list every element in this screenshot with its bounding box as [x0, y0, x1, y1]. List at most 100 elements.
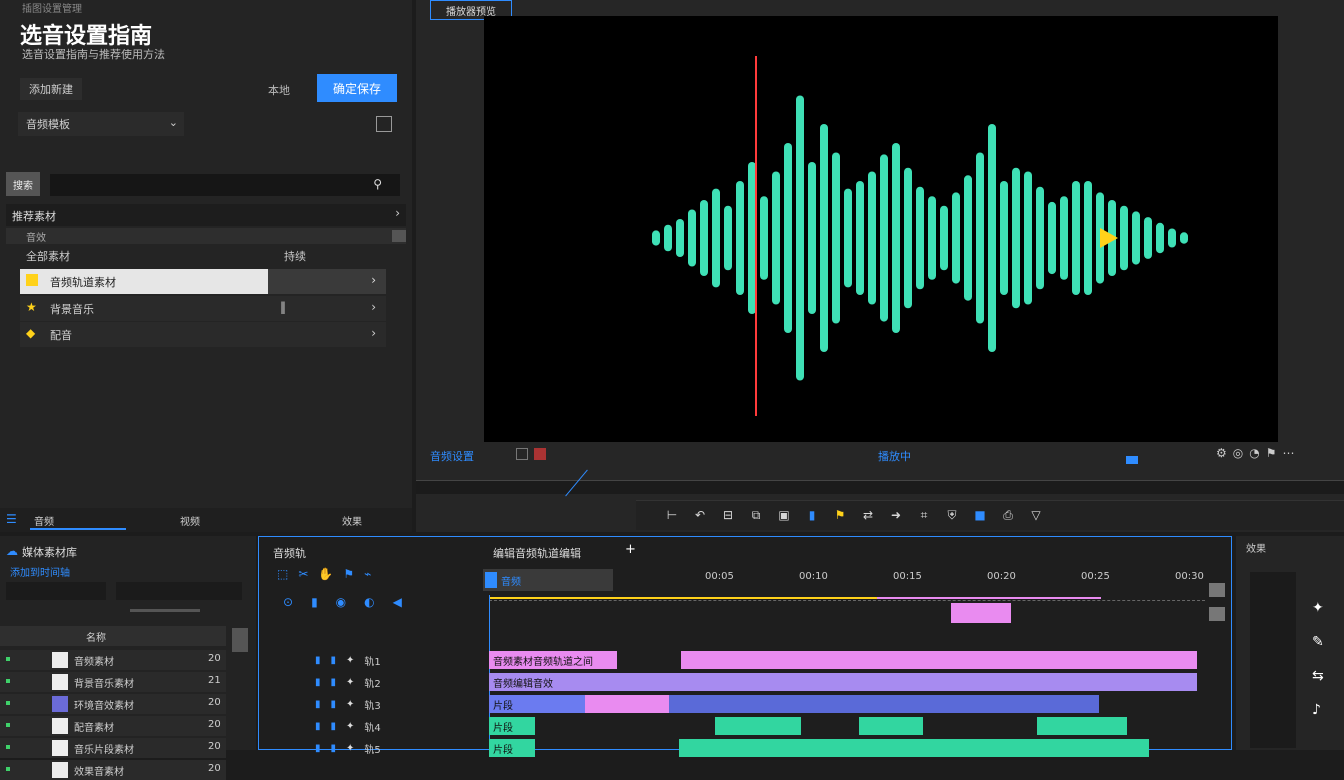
track-eye-icon[interactable]: ▮ — [331, 655, 337, 666]
work-area-yellow[interactable] — [489, 597, 877, 599]
track-eye-icon[interactable]: ▮ — [331, 699, 337, 710]
clock-icon[interactable]: ◔ — [1249, 446, 1259, 460]
track-header[interactable]: ▮ ▮ ✦ 轨4 — [315, 717, 441, 735]
snap-tool-icon[interactable]: ⌁ — [364, 567, 371, 581]
filter-icon[interactable]: ▽ — [1028, 507, 1044, 523]
track-mute-icon[interactable]: ✦ — [346, 721, 354, 732]
crop-icon[interactable]: ⌗ — [916, 507, 932, 523]
razor-tool-icon[interactable]: ✂ — [298, 567, 308, 581]
shield-icon[interactable]: ⛨ — [944, 507, 960, 523]
track-eye-icon[interactable]: ▮ — [331, 743, 337, 754]
select-tool-icon[interactable]: ⬚ — [277, 567, 288, 581]
more-icon[interactable]: ⋯ — [1283, 446, 1295, 460]
arrow-icon[interactable]: ➜ — [888, 507, 904, 523]
track-eye-icon[interactable]: ▮ — [331, 721, 337, 732]
split-icon[interactable]: ⊟ — [720, 507, 736, 523]
timeline-clip[interactable]: 片段 — [489, 695, 585, 713]
volume-icon[interactable]: ◀ — [393, 595, 402, 609]
media-row[interactable]: 音频素材 20 — [0, 650, 226, 670]
stop-icon[interactable]: ■ — [972, 507, 988, 523]
timeline-clip[interactable] — [859, 717, 923, 735]
track-mute-icon[interactable]: ✦ — [346, 655, 354, 666]
media-scrollbar[interactable] — [232, 628, 248, 652]
track-lock-icon[interactable]: ▮ — [315, 677, 321, 688]
media-row[interactable]: 配音素材 20 — [0, 716, 226, 736]
track-lock-icon[interactable]: ▮ — [315, 655, 321, 666]
track-eye-icon[interactable]: ▮ — [331, 677, 337, 688]
add-new-button[interactable]: 添加新建 — [20, 78, 82, 100]
template-dropdown[interactable]: 音频模板 ⌄ — [18, 112, 184, 136]
swap-icon[interactable]: ⇄ — [860, 507, 876, 523]
export-icon[interactable]: ⎙ — [1000, 507, 1016, 523]
track-mute-icon[interactable]: ✦ — [346, 677, 354, 688]
tab-effects[interactable]: 效果 — [342, 513, 362, 528]
media-row[interactable]: 环境音效素材 20 — [0, 694, 226, 714]
filter-input[interactable] — [6, 582, 106, 600]
track-header[interactable]: ▮ ▮ ✦ 轨2 — [315, 673, 441, 691]
list-item-selected[interactable]: 音频轨道素材 › — [20, 269, 386, 294]
track-header[interactable]: ▮ ▮ ✦ 轨1 — [315, 651, 441, 669]
local-link[interactable]: 本地 — [268, 82, 290, 98]
track-lock-icon[interactable]: ▮ — [315, 721, 321, 732]
media-row[interactable]: 音乐片段素材 20 — [0, 738, 226, 758]
transition-icon[interactable]: ⇆ — [1312, 668, 1324, 684]
grid-view-icon[interactable] — [376, 116, 392, 132]
timeline-clip[interactable]: 音频素材音频轨道之间 — [489, 651, 617, 669]
mute-icon[interactable]: ◐ — [364, 595, 374, 609]
video-canvas[interactable] — [484, 16, 1278, 442]
flag-icon[interactable]: ⚑ — [1266, 446, 1277, 460]
clip-icon[interactable]: ▮ — [804, 507, 820, 523]
track-lock-icon[interactable]: ▮ — [315, 699, 321, 710]
timeline-clip[interactable] — [679, 739, 1149, 757]
timeline-scroll-bottom[interactable] — [1209, 607, 1225, 621]
record-dot-icon[interactable] — [534, 448, 546, 460]
timeline-clip[interactable]: 片段 — [489, 739, 535, 757]
scrubber-bar[interactable] — [416, 480, 1344, 494]
zoom-slider[interactable] — [130, 609, 200, 612]
undo-icon[interactable]: ↶ — [692, 507, 708, 523]
lock-icon[interactable]: ▮ — [311, 595, 318, 609]
track-mute-icon[interactable]: ✦ — [346, 699, 354, 710]
circle-icon[interactable]: ◎ — [1233, 446, 1243, 460]
record-icon[interactable] — [516, 448, 528, 460]
search-tab[interactable]: 搜索 — [6, 172, 40, 196]
timeline-clip[interactable] — [1037, 717, 1127, 735]
timeline-clip[interactable] — [669, 695, 1099, 713]
search-input[interactable]: ⚲ — [50, 174, 400, 196]
track-header[interactable]: ▮ ▮ ✦ 轨5 — [315, 739, 441, 757]
loop-icon[interactable] — [1126, 456, 1138, 464]
track-mute-icon[interactable]: ✦ — [346, 743, 354, 754]
trim-icon[interactable]: ⊢ — [664, 507, 680, 523]
scroll-thumb[interactable] — [392, 230, 406, 242]
paste-icon[interactable]: ▣ — [776, 507, 792, 523]
section-header[interactable]: 推荐素材 › — [6, 204, 406, 226]
flag-icon[interactable]: ⚑ — [832, 507, 848, 523]
tab-video[interactable]: 视频 — [180, 513, 200, 528]
hand-tool-icon[interactable]: ✋ — [318, 567, 333, 581]
marker-clip[interactable] — [951, 603, 1011, 623]
timeline-clip[interactable] — [715, 717, 801, 735]
gear-icon[interactable]: ⚙ — [1216, 446, 1227, 460]
marker-tool-icon[interactable]: ⚑ — [343, 567, 354, 581]
timeline-clip[interactable] — [585, 695, 669, 713]
copy-icon[interactable]: ⧉ — [748, 507, 764, 523]
timeline-scroll-top[interactable] — [1209, 583, 1225, 597]
track-header[interactable]: ▮ ▮ ✦ 轨3 — [315, 695, 441, 713]
magic-icon[interactable]: ✦ — [1312, 600, 1324, 616]
media-row[interactable]: 效果音素材 20 — [0, 760, 226, 780]
timeline-clip[interactable]: 音频编辑音效 — [489, 673, 1197, 691]
eye-icon[interactable]: ◉ — [336, 595, 346, 609]
menu-icon[interactable]: ☰ — [6, 512, 17, 526]
work-area-pink[interactable] — [877, 597, 1101, 599]
add-sequence-icon[interactable]: + — [625, 542, 636, 557]
add-to-timeline-link[interactable]: 添加到时间轴 — [10, 564, 70, 579]
confirm-save-button[interactable]: 确定保存 — [317, 74, 397, 102]
selected-clip-chip[interactable]: 音频 — [483, 569, 613, 591]
audio-fx-icon[interactable]: ♪ — [1312, 702, 1324, 718]
list-item[interactable]: ◆ 配音 › — [20, 322, 386, 347]
timeline-clip[interactable]: 片段 — [489, 717, 535, 735]
media-row[interactable]: 背景音乐素材 21 — [0, 672, 226, 692]
link-icon[interactable]: ⊙ — [283, 595, 293, 609]
list-item[interactable]: ★ 背景音乐 ‖ › — [20, 296, 386, 321]
sort-input[interactable] — [116, 582, 242, 600]
